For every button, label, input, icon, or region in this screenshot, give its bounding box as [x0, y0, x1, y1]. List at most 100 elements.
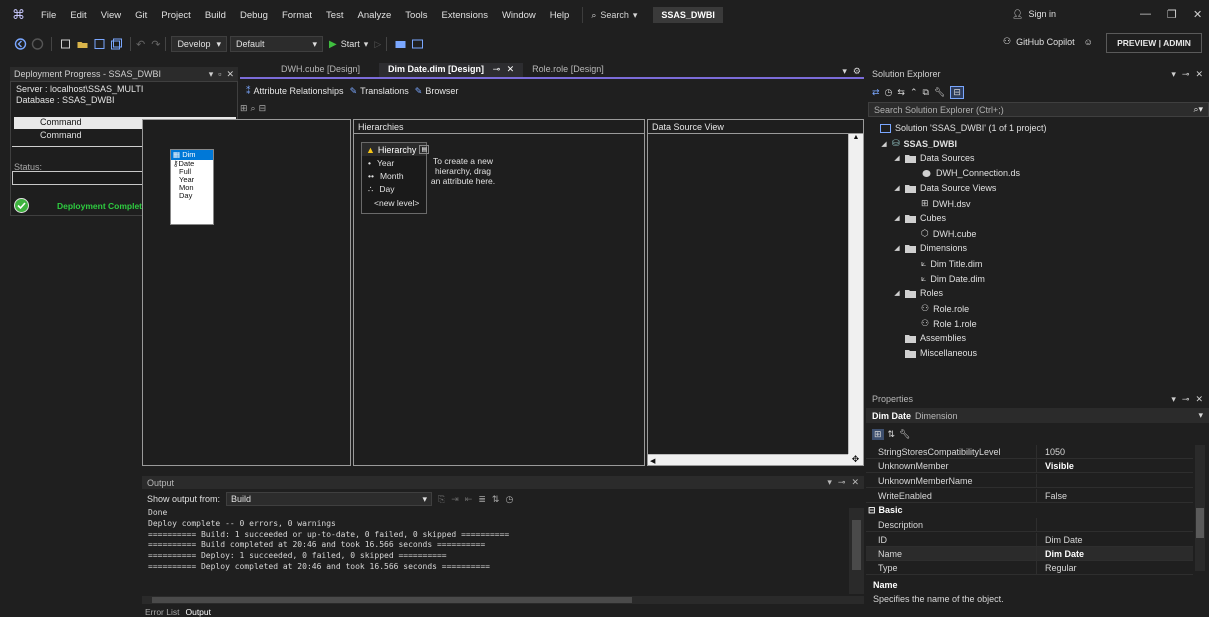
word-wrap-icon[interactable]: ≣ [478, 494, 486, 505]
menu-analyze[interactable]: Analyze [350, 10, 398, 21]
file-dwh-dsv[interactable]: ⊞ DWH.dsv [921, 198, 971, 209]
folder-roles[interactable]: ◢ Roles [893, 288, 943, 298]
property-category-basic[interactable]: ⊟ Basic [866, 503, 1193, 517]
property-row[interactable]: WriteEnabled False [866, 488, 1193, 503]
property-row[interactable]: UnknownMemberName [866, 473, 1193, 488]
scrollbar-thumb[interactable] [152, 597, 632, 603]
scroll-left-icon[interactable]: ◀ [648, 458, 655, 465]
pin-icon[interactable]: ⊸ [1182, 69, 1190, 80]
save-icon[interactable] [93, 38, 106, 50]
property-row[interactable]: ID Dim Date [866, 532, 1193, 547]
settings-gear-icon[interactable]: ⚙ [850, 66, 864, 77]
hierarchy-level[interactable]: •• Month [368, 171, 404, 181]
properties-icon[interactable]: 🔧︎ [934, 87, 945, 98]
folder-data-sources[interactable]: ◢ Data Sources [893, 153, 974, 163]
zoom-icon[interactable]: ⊞ [240, 103, 248, 114]
save-all-icon[interactable] [110, 38, 123, 50]
maximize-icon[interactable]: ▫ [218, 69, 221, 80]
collapse-icon[interactable]: ⊟ [868, 505, 876, 516]
hierarchy-level[interactable]: • Year [368, 158, 394, 168]
solution-node[interactable]: Solution 'SSAS_DWBI' (1 of 1 project) [880, 123, 1047, 133]
property-row[interactable]: StringStoresCompatibilityLevel 1050 [866, 444, 1193, 459]
dsv-horizontal-scrollbar[interactable]: ◀ [648, 454, 848, 465]
solution-configuration-dropdown[interactable]: Develop ▾ [171, 36, 227, 52]
folder-miscellaneous[interactable]: Miscellaneous [905, 348, 977, 358]
delete-icon[interactable]: ⊟ [259, 103, 267, 114]
close-icon[interactable]: ✕ [1193, 8, 1202, 21]
property-pages-icon[interactable]: 🔧︎ [899, 429, 910, 440]
file-role-1[interactable]: ⚇ Role 1.role [921, 318, 977, 329]
output-source-dropdown[interactable]: Build ▾ [226, 492, 433, 506]
pin-icon[interactable]: ⊸ [838, 477, 846, 488]
expand-icon[interactable]: ◢ [893, 214, 901, 222]
designer-tab-browser[interactable]: ✎ Browser [415, 86, 459, 97]
dsv-table-dim-date[interactable]: ▦ Dim ⚷Date Full Year Mon Day [170, 149, 214, 225]
open-folder-icon[interactable] [76, 38, 89, 50]
window-position-icon[interactable]: ▾ [1171, 69, 1176, 80]
expand-icon[interactable]: ◢ [893, 244, 901, 252]
property-row[interactable]: Type Regular [866, 560, 1193, 575]
output-vertical-scrollbar[interactable] [849, 508, 864, 594]
menu-format[interactable]: Format [275, 10, 319, 21]
folder-data-source-views[interactable]: ◢ Data Source Views [893, 183, 996, 193]
dsv-column[interactable]: Day [171, 192, 213, 200]
pin-icon[interactable]: ⊸ [1182, 394, 1190, 405]
pin-icon[interactable]: ⊸ [493, 64, 501, 74]
close-icon[interactable]: ✕ [226, 69, 234, 80]
filter-icon[interactable]: ⇅ [492, 494, 500, 505]
window-position-icon[interactable]: ▾ [209, 69, 214, 80]
menu-tools[interactable]: Tools [398, 10, 434, 21]
menu-view[interactable]: View [94, 10, 128, 21]
layout-icon[interactable] [411, 38, 424, 50]
window-position-icon[interactable]: ▾ [1171, 394, 1176, 405]
file-dwh-cube[interactable]: ⬡ DWH.cube [921, 228, 976, 239]
find-icon[interactable]: ⌕ [251, 103, 256, 114]
file-role[interactable]: ⚇ Role.role [921, 303, 969, 314]
back-icon[interactable] [14, 38, 27, 50]
new-project-icon[interactable] [59, 38, 72, 50]
menu-file[interactable]: File [34, 10, 63, 21]
go-to-previous-icon[interactable]: ⎘ [438, 494, 445, 505]
hierarchy-level[interactable]: ∴ Day [368, 184, 395, 195]
new-level-placeholder[interactable]: <new level> [374, 198, 419, 208]
menu-extensions[interactable]: Extensions [434, 10, 494, 21]
close-icon[interactable]: ✕ [1195, 69, 1203, 80]
search-box[interactable]: ⌕ Search ▾ [582, 7, 645, 23]
undo-icon[interactable]: ↶ [136, 38, 145, 51]
timestamp-icon[interactable]: ◷ [505, 494, 513, 505]
properties-object-selector[interactable]: Dim Date Dimension ▾ [866, 408, 1209, 423]
designer-tab-translations[interactable]: ✎ Translations [350, 86, 409, 97]
property-row[interactable]: UnknownMember Visible [866, 458, 1193, 473]
property-row[interactable]: Description [866, 517, 1193, 532]
folder-cubes[interactable]: ◢ Cubes [893, 213, 946, 223]
folder-dimensions[interactable]: ◢ Dimensions [893, 243, 967, 253]
tab-dim-date[interactable]: Dim Date.dim [Design] ⊸ ✕ [379, 63, 524, 77]
project-node[interactable]: ◢ ⛁ SSAS_DWBI [880, 138, 957, 149]
collapse-icon[interactable]: ▤ [419, 145, 430, 154]
scrollbar-thumb[interactable] [1196, 508, 1204, 538]
folder-assemblies[interactable]: Assemblies [905, 333, 966, 343]
alphabetical-icon[interactable]: ⇅ [888, 429, 896, 440]
output-text[interactable]: Done Deploy complete -- 0 errors, 0 warni… [142, 508, 848, 594]
close-icon[interactable]: ✕ [851, 477, 859, 488]
tab-dwh-cube[interactable]: DWH.cube [Design] [272, 63, 369, 77]
switch-views-icon[interactable]: ⇆ [897, 87, 905, 98]
menu-project[interactable]: Project [154, 10, 198, 21]
history-icon[interactable]: ◷ [885, 87, 893, 98]
restore-icon[interactable]: ❐ [1167, 8, 1177, 21]
file-dim-title[interactable]: ⟀ Dim Title.dim [921, 258, 982, 269]
categorized-icon[interactable]: ⊞ [872, 429, 884, 440]
forward-icon[interactable] [31, 38, 44, 50]
window-position-icon[interactable]: ▾ [827, 477, 832, 488]
designer-tab-attribute-relationships[interactable]: ⁑ Attribute Relationships [246, 86, 344, 97]
hierarchy-box[interactable]: ▲ Hierarchy ▤ • Year •• Month ∴ Day <new… [361, 142, 430, 214]
output-horizontal-scrollbar[interactable] [142, 596, 864, 604]
file-dim-date[interactable]: ⟀ Dim Date.dim [921, 273, 985, 284]
visual-studio-logo-icon[interactable]: ⌘ [12, 8, 26, 21]
dsv-column[interactable]: ⚷Date [171, 160, 213, 168]
deploy-icon[interactable] [394, 38, 407, 50]
expand-icon[interactable]: ◢ [880, 140, 888, 148]
solution-explorer-search-input[interactable]: Search Solution Explorer (Ctrl+;) ⌕▾ [868, 102, 1209, 117]
preview-icon[interactable]: ⊟ [950, 85, 964, 99]
menu-edit[interactable]: Edit [63, 10, 93, 21]
